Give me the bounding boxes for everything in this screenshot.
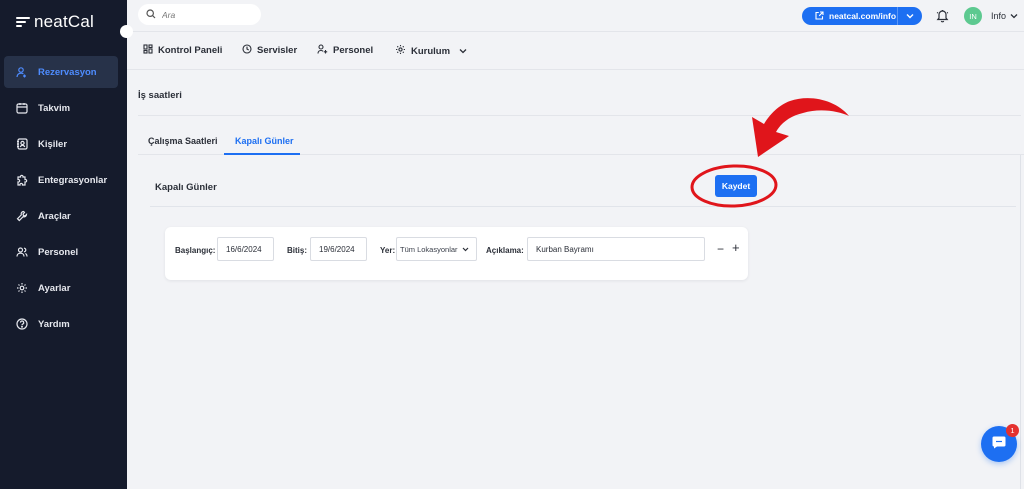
sidebar-item-label: Araçlar	[38, 210, 71, 222]
active-tab-indicator	[224, 153, 300, 155]
bell-icon	[936, 10, 949, 27]
end-date-input[interactable]	[310, 237, 367, 261]
sidebar-item-label: Rezervasyon	[38, 66, 97, 78]
top-navigation: Kontrol Paneli Servisler Personel Kurulu…	[127, 32, 1024, 70]
avatar[interactable]: IN	[964, 7, 982, 25]
start-date-input[interactable]	[217, 237, 274, 261]
booking-link-label: neatcal.com/info	[829, 11, 897, 21]
help-icon	[16, 318, 28, 330]
user-calendar-icon	[16, 66, 28, 78]
sidebar-item-label: Takvim	[38, 102, 71, 114]
sidebar-collapse-toggle[interactable]	[120, 25, 133, 38]
external-link-icon	[815, 10, 824, 22]
chat-icon	[991, 434, 1007, 455]
chevron-down-icon	[459, 46, 467, 57]
sidebar-item-entegrasyonlar[interactable]: Entegrasyonlar	[4, 164, 118, 196]
description-label: Açıklama:	[486, 246, 524, 255]
nav-label: Personel	[333, 45, 374, 56]
user-add-icon	[317, 44, 328, 57]
user-name: Info	[991, 11, 1007, 21]
sidebar-item-label: Ayarlar	[38, 282, 71, 294]
search-icon	[146, 6, 156, 24]
user-menu[interactable]: Info	[991, 11, 1018, 21]
section-title: Kapalı Günler	[155, 182, 217, 193]
search-box[interactable]	[138, 4, 261, 25]
sidebar-item-personel[interactable]: Personel	[4, 236, 118, 268]
add-row-button[interactable]: +	[732, 240, 740, 255]
save-button[interactable]: Kaydet	[715, 175, 757, 197]
tab-calisma-saatleri[interactable]: Çalışma Saatleri	[148, 136, 218, 146]
chat-unread-badge: 1	[1006, 424, 1019, 437]
clock-icon	[242, 44, 252, 57]
logo-icon	[16, 16, 30, 28]
search-input[interactable]	[162, 9, 252, 20]
description-input[interactable]	[527, 237, 705, 261]
sidebar-item-araclar[interactable]: Araçlar	[4, 200, 118, 232]
sidebar-item-yardim[interactable]: Yardım	[4, 308, 118, 340]
location-value: Tüm Lokasyonlar	[400, 244, 458, 254]
sidebar-item-label: Entegrasyonlar	[38, 174, 108, 186]
sidebar-nav: Rezervasyon Takvim Kişiler Entegrasyonla…	[4, 56, 118, 344]
tools-icon	[16, 210, 28, 222]
settings-icon	[395, 44, 406, 58]
contacts-icon	[16, 138, 28, 150]
nav-label: Servisler	[257, 45, 298, 56]
location-label: Yer:	[380, 246, 396, 255]
chevron-down-icon	[462, 245, 469, 254]
remove-row-button[interactable]: −	[717, 242, 724, 256]
sidebar: neatCal Rezervasyon Takvim Kişiler Enteg…	[0, 0, 127, 489]
app-name: neatCal	[34, 12, 94, 31]
sidebar-item-takvim[interactable]: Takvim	[4, 92, 118, 124]
divider	[138, 115, 1021, 116]
sidebar-item-kisiler[interactable]: Kişiler	[4, 128, 118, 160]
content-panel-border	[1020, 155, 1021, 489]
sidebar-item-label: Yardım	[38, 318, 70, 330]
users-icon	[16, 246, 28, 258]
start-date-label: Başlangıç:	[175, 246, 216, 255]
booking-link-dropdown[interactable]	[898, 11, 922, 21]
open-booking-page[interactable]: neatcal.com/info	[802, 7, 898, 25]
sidebar-item-ayarlar[interactable]: Ayarlar	[4, 272, 118, 304]
nav-kontrol-paneli[interactable]: Kontrol Paneli	[143, 44, 222, 57]
calendar-icon	[16, 102, 28, 114]
tab-kapali-gunler[interactable]: Kapalı Günler	[235, 136, 294, 146]
nav-label: Kurulum	[411, 45, 451, 57]
divider	[150, 206, 1016, 207]
nav-servisler[interactable]: Servisler	[242, 44, 297, 57]
nav-kurulum[interactable]: Kurulum	[395, 44, 467, 58]
page-title: İş saatleri	[138, 90, 182, 101]
chevron-down-icon	[906, 11, 914, 21]
dashboard-icon	[143, 44, 153, 57]
tab-bar: Çalışma Saatleri Kapalı Günler	[138, 126, 1024, 155]
notifications-button[interactable]	[936, 9, 949, 28]
sidebar-item-rezervasyon[interactable]: Rezervasyon	[4, 56, 118, 88]
booking-link-button[interactable]: neatcal.com/info	[802, 7, 922, 25]
location-select[interactable]: Tüm Lokasyonlar	[396, 237, 477, 261]
nav-label: Kontrol Paneli	[158, 45, 223, 56]
sidebar-item-label: Personel	[38, 246, 79, 258]
app-logo[interactable]: neatCal	[16, 12, 94, 32]
top-bar: neatcal.com/info IN Info	[127, 0, 1024, 32]
sidebar-item-label: Kişiler	[38, 138, 68, 150]
closed-day-row: Başlangıç: Bitiş: Yer: Tüm Lokasyonlar A…	[165, 227, 748, 280]
nav-personel[interactable]: Personel	[317, 44, 373, 57]
chevron-down-icon	[1010, 11, 1018, 21]
end-date-label: Bitiş:	[287, 246, 307, 255]
gear-icon	[16, 282, 28, 294]
puzzle-icon	[16, 174, 28, 186]
